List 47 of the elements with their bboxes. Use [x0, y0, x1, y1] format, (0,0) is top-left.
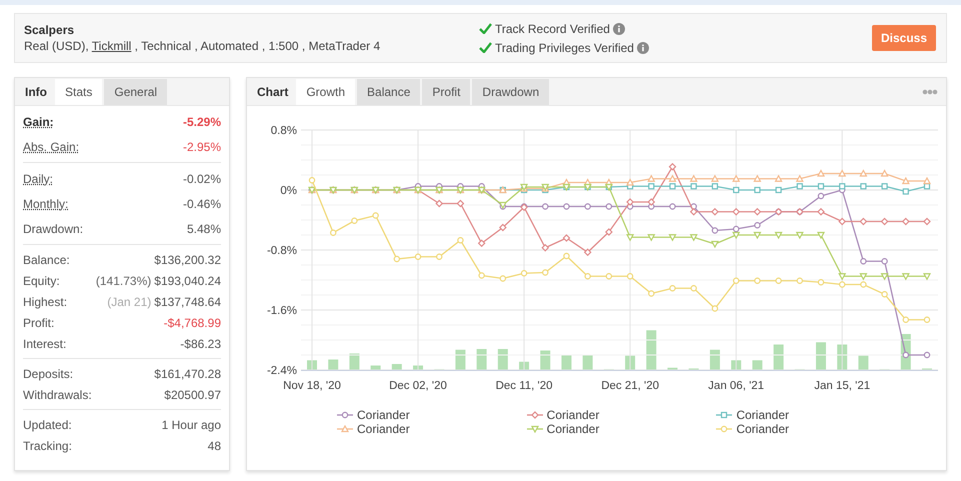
stat-label: Monthly:: [23, 196, 68, 212]
stat-value: -0.02%: [182, 170, 221, 188]
x-axis-label: Jan 15, '21: [814, 380, 870, 392]
stat-label: Drawdown:: [23, 220, 84, 238]
stat-value: -0.46%: [182, 196, 221, 212]
stat-label: Withdrawals:: [23, 386, 92, 404]
stat-value: $20500.97: [164, 386, 221, 404]
stat-label: Deposits:: [23, 366, 74, 382]
stat-label: Abs. Gain:: [23, 138, 80, 156]
stat-value: 48: [208, 438, 221, 454]
y-axis-label: 0%: [280, 185, 297, 197]
stat-value: $137,748.64: [154, 294, 221, 310]
stat-note: (Jan 21): [107, 294, 152, 310]
stat-value: $161,470.28: [154, 366, 221, 382]
stat-label: Tracking:: [23, 438, 72, 454]
stat-label: Gain:: [23, 114, 54, 130]
account-details: Real (USD), Tickmill , Technical , Automated , 1:500 , MetaTrader 4: [24, 38, 382, 54]
stat-value: -$4,768.99: [164, 314, 221, 332]
verification-label: Trading Privileges Verified: [495, 40, 634, 56]
panel-title: Info: [24, 84, 48, 101]
stat-value: -$86.23: [180, 336, 221, 352]
stat-label: Balance:: [23, 252, 70, 268]
y-axis-label: -0.8%: [266, 245, 297, 257]
stat-label: Updated:: [23, 416, 72, 434]
stat-value: $193,040.24: [154, 272, 221, 290]
y-axis-label: 0.8%: [270, 125, 297, 137]
stat-value: $136,200.32: [154, 252, 221, 268]
x-axis-label: Dec 11, '20: [496, 380, 553, 392]
panel-title: Chart: [256, 84, 290, 101]
y-axis-label: -2.4%: [266, 365, 297, 377]
x-axis-label: Nov 18, '20: [283, 380, 341, 392]
y-axis-label: -1.6%: [266, 305, 297, 317]
x-axis-label: Dec 21, '20: [601, 380, 660, 392]
stat-value: 1 Hour ago: [162, 416, 221, 434]
stat-label: Daily:: [23, 170, 54, 188]
stat-value: 5.48%: [186, 220, 221, 238]
verification-label: Track Record Verified: [495, 20, 610, 38]
stat-label: Profit:: [23, 314, 54, 332]
stat-label: Highest:: [23, 294, 68, 310]
stat-label: Interest:: [23, 336, 66, 352]
stat-note: (141.73%): [96, 272, 152, 290]
x-axis-label: Jan 06, '21: [708, 380, 764, 392]
x-axis-label: Dec 02, '20: [389, 380, 447, 392]
stat-value: -5.29%: [182, 114, 221, 130]
stat-label: Equity:: [23, 272, 60, 290]
account-title: Scalpers: [24, 22, 76, 38]
stat-value: -2.95%: [182, 138, 221, 156]
